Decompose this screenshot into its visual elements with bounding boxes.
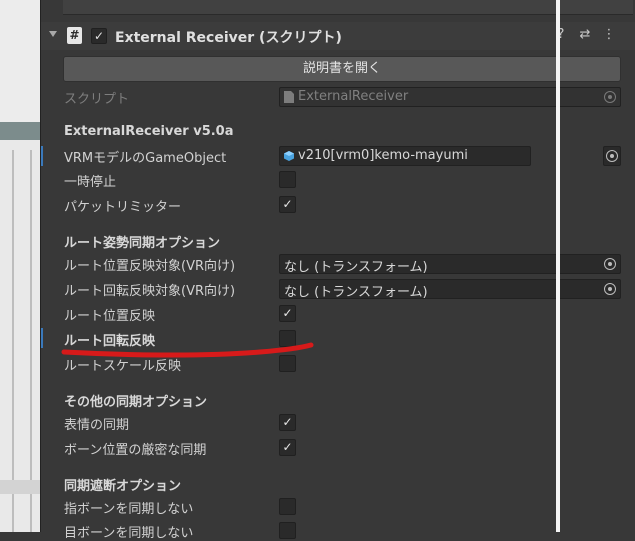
red-underline-annotation bbox=[61, 342, 314, 358]
